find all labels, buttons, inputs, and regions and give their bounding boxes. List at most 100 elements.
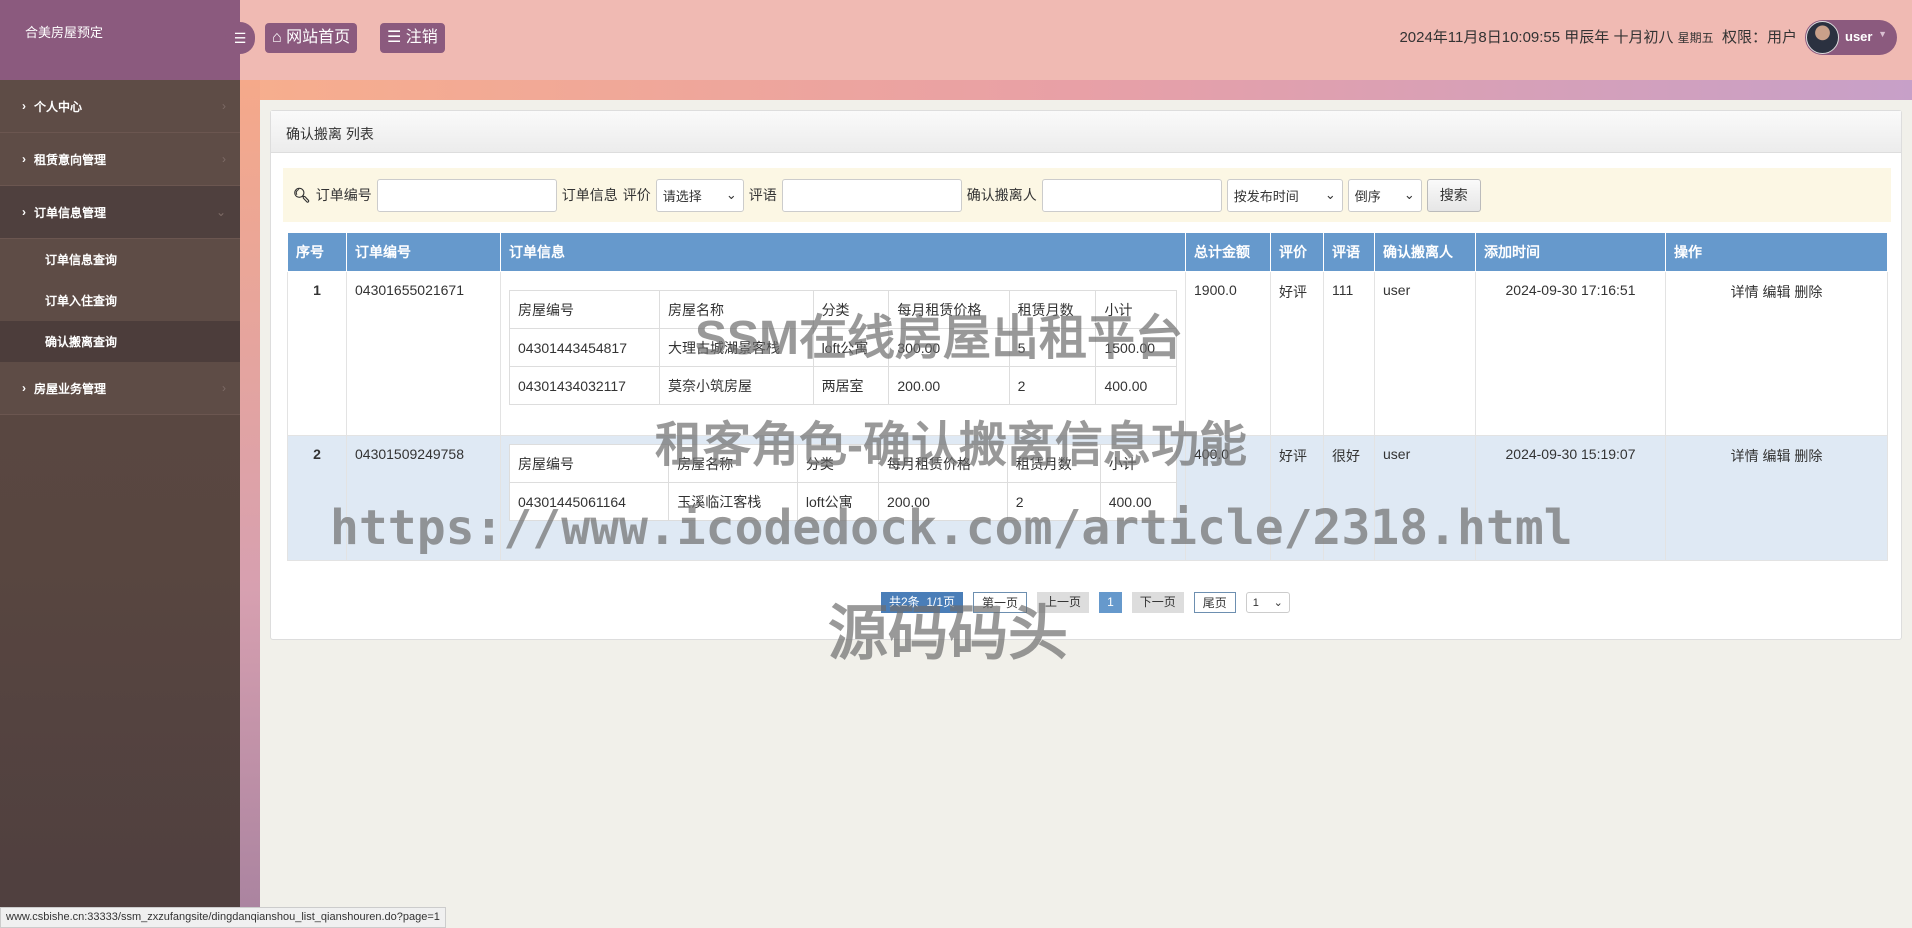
role-text: 权限：用户 [1721,29,1797,46]
pagination: 共2条 1/1页 第一页 上一页 1 下一页 尾页 1 ⌄ [881,592,1290,613]
inner-cell: 400.00 [1095,366,1177,405]
column-header: 订单编号 [346,232,501,272]
detail-link[interactable]: 详情 [1731,448,1759,464]
search-button[interactable]: 搜索 [1426,178,1481,212]
first-page-button[interactable]: 第一页 [973,592,1028,613]
chevron-right-icon: › [222,381,226,395]
prev-page-button[interactable]: 上一页 [1037,592,1090,613]
actions: 详情 编辑 删除 [1665,271,1888,436]
total: 400.0 [1185,435,1271,561]
order-items-table: 房屋编号 房屋名称 分类 每月租赁价格 租赁月数 小计 04301443454817 大理古城… [509,290,1177,405]
row-index: 2 [287,435,347,561]
data-table: 序号 订单编号 订单信息 总计金额 评价 评语 确认搬离人 添加时间 操作 1 04301655… [287,232,1888,561]
sidebar-toggle-button[interactable]: ☰ [225,22,255,54]
inner-cell: 大理古城湖景客栈 [659,328,814,367]
add-time: 2024-09-30 15:19:07 [1475,435,1666,561]
inner-cell: 玉溪临江客栈 [668,482,798,521]
column-header: 确认搬离人 [1374,232,1476,272]
rating-label: 评价 [622,187,651,203]
inner-header: 每月租赁价格 [878,444,1008,483]
sidebar-subitem-2[interactable]: 确认搬离查询 [0,321,240,362]
page-info: 共2条 1/1页 [881,592,964,613]
sidebar-item-1[interactable]: › 租赁意向管理 › [0,133,240,186]
detail-link[interactable]: 详情 [1731,284,1759,300]
rating: 好评 [1270,435,1324,561]
sort-field-select[interactable]: 按发布时间 ⌄ [1226,178,1343,212]
rating-select[interactable]: 请选择 ⌄ [655,178,744,212]
inner-cell: 1500.00 [1095,328,1177,367]
inner-cell: 5 [1008,328,1097,367]
status-bar-url: www.csbishe.cn:33333/ssm_zxzufangsite/di… [0,907,446,928]
chevron-down-icon: ⌄ [1324,187,1336,202]
sort-field-value: 按发布时间 [1233,188,1299,204]
current-page[interactable]: 1 [1099,592,1122,613]
chevron-down-icon: ⌄ [1403,187,1415,202]
rating-value: 请选择 [662,188,702,204]
order-no-label: 订单编号 [315,187,372,203]
last-page-button[interactable]: 尾页 [1193,592,1236,613]
inner-header: 分类 [812,290,890,329]
brand-title: 合美房屋预定 [0,0,240,80]
search-icon: 🔍︎ [293,186,311,203]
column-header: 操作 [1665,232,1888,272]
sidebar-item-0[interactable]: › 个人中心 › [0,80,240,133]
inner-cell: 2 [1008,366,1097,405]
delete-link[interactable]: 删除 [1794,284,1822,300]
inner-cell: 两居室 [812,366,890,405]
sidebar-item-2[interactable]: › 订单信息管理 ⌄ [0,186,240,239]
menu-icon: ☰ [233,30,247,46]
user-menu-button[interactable]: user ▼ [1805,20,1897,55]
caret-down-icon: ▼ [1878,29,1887,39]
datetime: 2024年11月8日10:09:55 甲辰年 十月初八 [1399,29,1674,46]
sidebar-subitem-0[interactable]: 订单信息查询 [0,239,240,280]
panel-title: 确认搬离 列表 [271,111,1901,153]
comment-input[interactable] [781,178,962,212]
list-icon: ☰ [387,29,402,46]
column-header: 订单信息 [500,232,1186,272]
sidebar-item-3[interactable]: › 房屋业务管理 › [0,362,240,415]
inner-row: 04301443454817 大理古城湖景客栈 loft公寓 300.00 5 1500.… [509,328,1177,367]
comment: 111 [1323,271,1375,436]
inner-header: 房屋名称 [659,290,814,329]
logout-button[interactable]: ☰ 注销 [380,23,445,53]
home-icon: ⌂ [272,29,282,46]
sidebar: 合美房屋预定 › 个人中心 › › 租赁意向管理 › › 订单信息管理 ⌄ 订单信息查询 订单入住查… [0,0,240,928]
chevron-down-icon: ⌄ [215,205,226,219]
chevron-right-icon: › [22,381,26,395]
order-info: 房屋编号 房屋名称 分类 每月租赁价格 租赁月数 小计 04301445061164 玉溪临江… [500,435,1186,561]
order-no-input[interactable] [376,178,557,212]
delete-link[interactable]: 删除 [1794,448,1822,464]
person-label: 确认搬离人 [966,187,1037,203]
sidebar-item-label: 订单信息管理 [34,205,107,220]
inner-header: 房屋编号 [509,290,660,329]
home-button[interactable]: ⌂ 网站首页 [265,23,358,53]
table-row: 2 04301509249758 房屋编号 房屋名称 分类 每月租赁价格 租赁月数 小计 0… [287,435,1888,561]
sidebar-subitem-1[interactable]: 订单入住查询 [0,280,240,321]
home-label: 网站首页 [286,29,351,46]
column-header: 序号 [287,232,347,272]
inner-cell: 200.00 [878,482,1008,521]
inner-header: 小计 [1095,290,1177,329]
person-input[interactable] [1041,178,1222,212]
chevron-right-icon: › [222,99,226,113]
inner-header: 租赁月数 [1008,290,1097,329]
sort-order-select[interactable]: 倒序 ⌄ [1347,178,1422,212]
edit-link[interactable]: 编辑 [1763,448,1791,464]
rating: 好评 [1270,271,1324,436]
person: user [1374,435,1476,561]
inner-cell: loft公寓 [812,328,890,367]
column-header: 添加时间 [1475,232,1666,272]
logout-label: 注销 [405,29,438,46]
inner-header: 租赁月数 [1006,444,1101,483]
edit-link[interactable]: 编辑 [1763,284,1791,300]
page-select[interactable]: 1 ⌄ [1245,592,1290,613]
person: user [1374,271,1476,436]
username: user [1845,29,1873,44]
inner-header: 房屋名称 [668,444,798,483]
decor-strip [240,80,260,928]
column-header: 评语 [1323,232,1375,272]
next-page-button[interactable]: 下一页 [1131,592,1184,613]
chevron-down-icon: ⌄ [725,187,737,202]
header-strip [240,80,1912,100]
avatar [1806,21,1839,54]
